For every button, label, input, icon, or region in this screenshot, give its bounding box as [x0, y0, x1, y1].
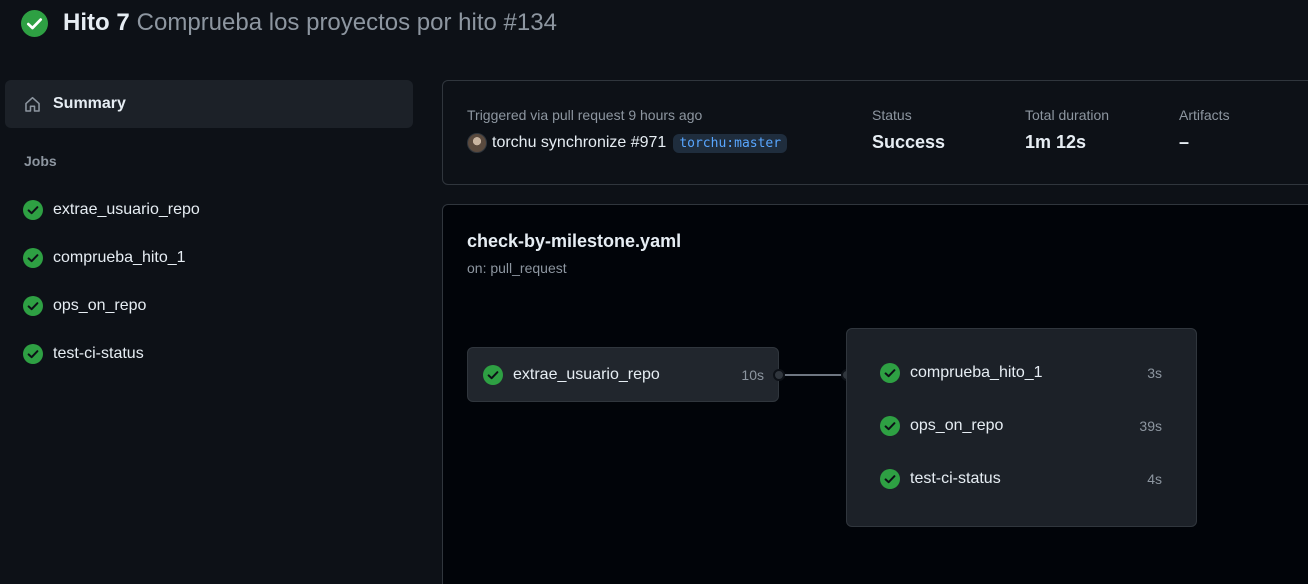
job-list: extrae_usuario_repo comprueba_hito_1 ops…	[5, 186, 413, 378]
sidebar-job-item[interactable]: ops_on_repo	[5, 282, 413, 330]
sidebar-job-label: comprueba_hito_1	[53, 249, 186, 266]
sidebar-item-label: Summary	[53, 95, 126, 112]
home-icon	[25, 96, 40, 112]
check-circle-fill-icon	[880, 363, 900, 383]
check-circle-fill-icon	[23, 200, 43, 220]
duration-stat: Total duration 1m 12s	[1025, 107, 1109, 153]
workflow-file-name[interactable]: check-by-milestone.yaml	[467, 231, 681, 252]
check-circle-fill-icon	[23, 296, 43, 316]
sidebar-job-item[interactable]: comprueba_hito_1	[5, 234, 413, 282]
graph-job-node[interactable]: test-ci-status 4s	[847, 454, 1196, 504]
graph-job-duration: 3s	[1147, 365, 1162, 381]
trigger-label: Triggered via pull request 9 hours ago	[467, 107, 703, 123]
run-summary-card: Triggered via pull request 9 hours ago t…	[442, 80, 1308, 185]
graph-job-name: comprueba_hito_1	[910, 364, 1043, 381]
workflow-run-page: Hito 7 Comprueba los proyectos por hito #…	[0, 0, 1308, 584]
graph-job-duration: 10s	[741, 366, 764, 383]
avatar[interactable]	[467, 133, 487, 153]
graph-job-name: ops_on_repo	[910, 417, 1004, 434]
page-title: Hito 7 Comprueba los proyectos por hito #…	[63, 8, 557, 38]
check-circle-fill-icon	[880, 416, 900, 436]
artifacts-value: –	[1179, 132, 1190, 152]
graph-job-node[interactable]: extrae_usuario_repo 10s	[467, 347, 779, 402]
run-name: Hito 7	[63, 9, 130, 36]
sidebar-job-label: ops_on_repo	[53, 297, 147, 314]
workflow-graph-card: check-by-milestone.yaml on: pull_request…	[442, 204, 1308, 584]
check-circle-fill-icon	[23, 344, 43, 364]
status-label: Status	[872, 107, 912, 123]
run-header: Hito 7 Comprueba los proyectos por hito #…	[21, 8, 557, 38]
artifacts-label: Artifacts	[1179, 107, 1230, 123]
sidebar-job-item[interactable]: extrae_usuario_repo	[5, 186, 413, 234]
jobs-heading: Jobs	[24, 153, 57, 169]
duration-label: Total duration	[1025, 107, 1110, 123]
trigger-text[interactable]: torchu synchronize #971	[492, 134, 666, 152]
artifacts-stat: Artifacts –	[1179, 107, 1230, 153]
sidebar-item-summary[interactable]: Summary	[5, 80, 413, 128]
check-circle-fill-icon	[483, 364, 503, 385]
workflow-trigger: on: pull_request	[467, 260, 567, 276]
sidebar-job-label: test-ci-status	[53, 345, 144, 362]
branch-label[interactable]: torchu:master	[673, 133, 788, 153]
check-circle-fill-icon	[21, 9, 48, 37]
check-circle-fill-icon	[880, 469, 900, 489]
graph-job-name: test-ci-status	[910, 470, 1001, 487]
sidebar-job-label: extrae_usuario_repo	[53, 201, 200, 218]
graph-job-name: extrae_usuario_repo	[513, 365, 660, 383]
sidebar: Summary Jobs extrae_usuario_repo comprue…	[5, 80, 413, 378]
trigger-line: torchu synchronize #971 torchu:master	[467, 133, 788, 153]
sidebar-job-item[interactable]: test-ci-status	[5, 330, 413, 378]
graph-connector	[773, 369, 853, 381]
graph-job-node[interactable]: comprueba_hito_1 3s	[847, 348, 1196, 398]
run-subtitle: Comprueba los proyectos por hito #134	[136, 9, 557, 36]
graph-job-node[interactable]: ops_on_repo 39s	[847, 401, 1196, 451]
graph-job-group: comprueba_hito_1 3s ops_on_repo 39s test…	[846, 328, 1197, 527]
duration-value: 1m 12s	[1025, 132, 1087, 152]
graph-job-duration: 39s	[1139, 418, 1162, 434]
status-stat: Status Success	[872, 107, 945, 153]
check-circle-fill-icon	[23, 248, 43, 268]
status-value: Success	[872, 132, 946, 152]
graph-job-duration: 4s	[1147, 471, 1162, 487]
